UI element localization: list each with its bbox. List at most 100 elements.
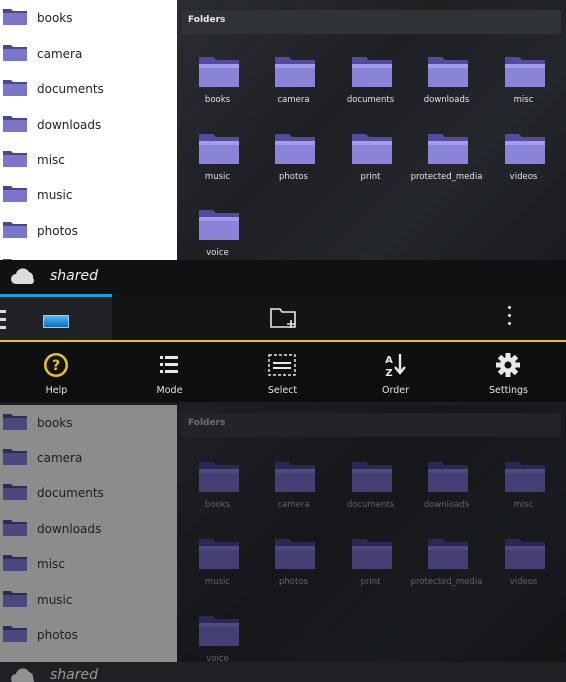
- sidebar-item-camera[interactable]: camera: [0, 36, 177, 71]
- sidebar-item-label: downloads: [37, 521, 102, 536]
- sidebar-item-label: misc: [37, 152, 65, 167]
- folder-grid-panel: Folders books camera documents downloads…: [177, 405, 566, 682]
- sidebar-item-music[interactable]: music: [0, 177, 177, 212]
- select-label: Select: [267, 385, 298, 396]
- folder-tile-videos: videos: [485, 535, 562, 609]
- folder-tile-label: misc: [513, 500, 534, 510]
- folder-tile-protected-media: protected_media: [408, 535, 485, 609]
- folder-tile-label: music: [204, 577, 231, 587]
- folder-tile-label: music: [204, 172, 231, 182]
- location-label: shared: [50, 268, 99, 284]
- folder-icon: [505, 539, 545, 569]
- sidebar-item-misc[interactable]: misc: [0, 142, 177, 177]
- folder-tile-voice[interactable]: voice: [179, 206, 256, 260]
- order-button[interactable]: A Z Order: [339, 342, 452, 402]
- folder-tile-documents: documents: [332, 458, 409, 532]
- folder-tile-books: books: [179, 458, 256, 532]
- sidebar-item-books[interactable]: books: [0, 0, 177, 35]
- settings-button[interactable]: Settings: [452, 342, 565, 402]
- select-icon: [268, 354, 296, 376]
- folder-icon: [275, 134, 315, 164]
- folder-tile-label: downloads: [423, 95, 470, 105]
- screen: { "sidebar": { "items": [ {"label": "boo…: [0, 0, 566, 682]
- help-label: Help: [45, 385, 68, 396]
- folder-tile-camera[interactable]: camera: [255, 53, 332, 127]
- folder-icon: [505, 134, 545, 164]
- sidebar-item-misc: misc: [0, 546, 177, 581]
- folder-icon: [428, 134, 468, 164]
- folder-tile-label: videos: [509, 172, 538, 182]
- folder-icon: [199, 539, 239, 569]
- folder-tile-label: photos: [279, 577, 308, 587]
- folder-icon: [352, 57, 392, 87]
- folder-tile-label: print: [360, 577, 381, 587]
- new-folder-icon[interactable]: [269, 306, 299, 330]
- folder-tile-documents[interactable]: documents: [332, 53, 409, 127]
- sidebar-item-photos[interactable]: photos: [0, 213, 177, 248]
- folder-tile-label: misc: [513, 95, 534, 105]
- folder-tile-music: music: [179, 535, 256, 609]
- folder-tile-label: books: [204, 500, 231, 510]
- sidebar-item-label: documents: [37, 485, 104, 500]
- folder-icon: [275, 462, 315, 492]
- sidebar-item-label: photos: [37, 627, 78, 642]
- section-title: Folders: [188, 15, 226, 25]
- help-icon: ?: [44, 353, 68, 377]
- sidebar-item-documents: documents: [0, 475, 177, 510]
- settings-label: Settings: [489, 385, 528, 396]
- select-button[interactable]: Select: [226, 342, 339, 402]
- sidebar-item-documents[interactable]: documents: [0, 71, 177, 106]
- mode-label: Mode: [156, 385, 183, 396]
- mode-button[interactable]: Mode: [113, 342, 226, 402]
- cloud-icon: [11, 668, 34, 682]
- folder-icon: [3, 449, 27, 465]
- folder-tile-label: photos: [279, 172, 308, 182]
- section-header: Folders: [182, 413, 561, 437]
- svg-text:A: A: [385, 355, 393, 366]
- menu-icon[interactable]: [0, 310, 6, 330]
- help-button[interactable]: ? Help: [0, 342, 113, 402]
- file-browser-pane: books camera documents downloads misc mu…: [0, 0, 566, 260]
- folder-icon: [428, 462, 468, 492]
- folder-icon: [3, 45, 27, 61]
- sort-az-icon: A Z: [385, 354, 406, 379]
- folder-icon: [3, 9, 27, 25]
- cloud-icon: [11, 268, 34, 284]
- sidebar-item-downloads[interactable]: downloads: [0, 107, 177, 142]
- folder-tile-camera: camera: [255, 458, 332, 532]
- folder-tile-label: downloads: [423, 500, 470, 510]
- folder-tile-music[interactable]: music: [179, 130, 256, 204]
- folder-tile-videos[interactable]: videos: [485, 130, 562, 204]
- sidebar-item-label: music: [37, 187, 73, 202]
- svg-text:Z: Z: [385, 368, 392, 379]
- folder-icon: [3, 222, 27, 238]
- folder-icon: [3, 414, 27, 430]
- folder-tile-misc[interactable]: misc: [485, 53, 562, 127]
- sidebar-item-downloads: downloads: [0, 511, 177, 546]
- folder-tile-books[interactable]: books: [179, 53, 256, 127]
- sidebar-item-label: music: [37, 592, 73, 607]
- sidebar-item-partial[interactable]: [0, 250, 177, 260]
- folder-icon: [199, 57, 239, 87]
- folder-icon: [3, 484, 27, 500]
- folder-tile-label: protected_media: [410, 577, 483, 587]
- folder-tile-protected-media[interactable]: protected_media: [408, 130, 485, 204]
- folder-tile-label: camera: [277, 500, 310, 510]
- sidebar-item-music: music: [0, 582, 177, 617]
- overflow-menu-icon[interactable]: [506, 306, 512, 328]
- folder-icon: [3, 80, 27, 96]
- folder-tile-downloads[interactable]: downloads: [408, 53, 485, 127]
- folder-tile-photos[interactable]: photos: [255, 130, 332, 204]
- folder-icon: [3, 151, 27, 167]
- location-label: shared: [50, 667, 99, 682]
- folder-tile-label: voice: [206, 248, 229, 258]
- action-bar: ? Help Mode Select A Z Order Settings: [0, 340, 566, 402]
- tab-current-view[interactable]: [0, 294, 112, 340]
- folder-tile-print[interactable]: print: [332, 130, 409, 204]
- folder-tile-print: print: [332, 535, 409, 609]
- folder-tile-downloads: downloads: [408, 458, 485, 532]
- location-bar[interactable]: shared: [0, 260, 566, 294]
- sidebar-item-label: books: [37, 415, 73, 430]
- section-header: Folders: [182, 10, 561, 34]
- sidebar-item-label: camera: [37, 450, 83, 465]
